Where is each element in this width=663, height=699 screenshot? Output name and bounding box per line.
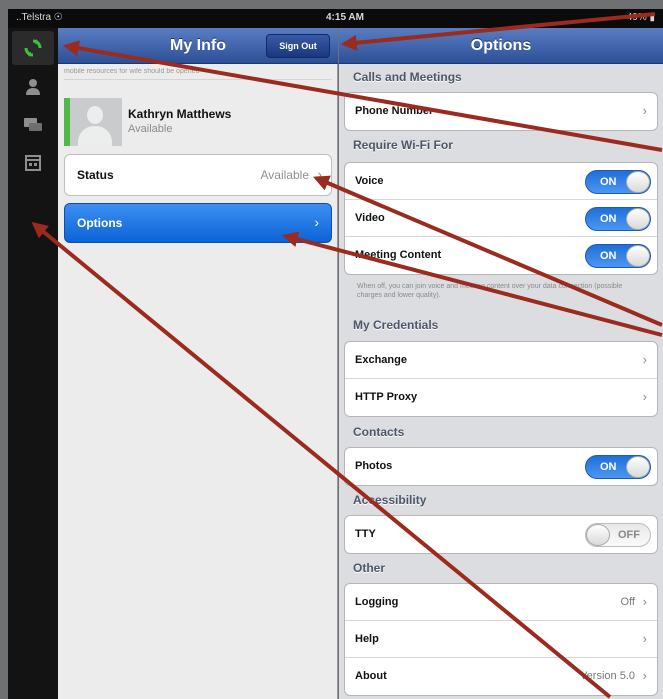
- profile-name: Kathryn Matthews: [128, 107, 232, 121]
- row-phone-number[interactable]: Phone Number ›: [345, 93, 657, 130]
- rail-button-sync[interactable]: [12, 31, 54, 65]
- row-label: Logging: [355, 596, 399, 608]
- row-value: Off: [620, 596, 635, 608]
- screenshot-frame: ..Telstra ☉ 4:15 AM 49% ▮ My Info Sign O…: [0, 0, 663, 699]
- row-label: Photos: [355, 460, 393, 472]
- toggle-knob: [626, 456, 650, 478]
- status-row[interactable]: Status Available ›: [64, 154, 332, 196]
- row-video[interactable]: Video ON: [345, 200, 657, 237]
- avatar[interactable]: [64, 98, 122, 146]
- row-about[interactable]: About Version 5.0 ›: [345, 658, 657, 695]
- status-value: Available: [260, 168, 309, 182]
- toggle-knob: [586, 524, 610, 546]
- nav-rail: [8, 28, 58, 699]
- chevron-right-icon: ›: [642, 103, 647, 118]
- toggle-state: ON: [600, 176, 617, 188]
- carrier-label: ..Telstra ☉: [16, 12, 63, 23]
- sign-out-button[interactable]: Sign Out: [266, 34, 330, 58]
- toggle-knob: [626, 171, 650, 193]
- chevron-right-icon: ›: [642, 352, 647, 367]
- meeting-content-toggle[interactable]: ON: [585, 244, 651, 268]
- row-label: About: [355, 670, 387, 682]
- group-credentials: Exchange › HTTP Proxy ›: [344, 341, 658, 417]
- chevron-right-icon: ›: [317, 166, 322, 182]
- row-help[interactable]: Help ›: [345, 621, 657, 658]
- toggle-state: ON: [600, 213, 617, 225]
- group-other: Logging Off › Help › About Version 5.0 ›: [344, 583, 658, 696]
- clock: 4:15 AM: [326, 12, 364, 23]
- section-header-other: Other: [353, 561, 386, 575]
- section-header-credentials: My Credentials: [353, 318, 439, 332]
- tty-toggle[interactable]: OFF: [585, 523, 651, 547]
- row-label: Phone Number: [355, 105, 434, 117]
- chevron-right-icon: ›: [642, 594, 647, 609]
- row-label: Video: [355, 212, 385, 224]
- options-nav-bar: Options: [339, 28, 663, 64]
- options-panel: Options Calls and Meetings Phone Number …: [339, 28, 663, 699]
- status-label: Status: [77, 168, 114, 182]
- section-header-wifi: Require Wi-Fi For: [353, 138, 453, 152]
- row-logging[interactable]: Logging Off ›: [345, 584, 657, 621]
- battery-indicator: 49% ▮: [626, 12, 655, 23]
- toggle-knob: [626, 245, 650, 267]
- options-row[interactable]: Options ›: [64, 203, 332, 243]
- row-photos[interactable]: Photos ON: [345, 448, 657, 485]
- avatar-body-shape: [78, 126, 112, 146]
- section-header-accessibility: Accessibility: [353, 493, 427, 507]
- chevron-right-icon: ›: [642, 631, 647, 646]
- group-wifi: Voice ON Video ON Meeting Content ON: [344, 162, 658, 275]
- options-label: Options: [77, 216, 123, 230]
- photos-toggle[interactable]: ON: [585, 455, 651, 479]
- group-accessibility: TTY OFF: [344, 515, 658, 554]
- toggle-state: ON: [600, 461, 617, 473]
- chat-icon: [24, 118, 42, 131]
- row-tty[interactable]: TTY OFF: [345, 516, 657, 553]
- row-voice[interactable]: Voice ON: [345, 163, 657, 200]
- toggle-state: ON: [600, 250, 617, 262]
- section-header-contacts: Contacts: [353, 425, 405, 439]
- row-label: Exchange: [355, 354, 407, 366]
- rail-button-calendar[interactable]: [12, 146, 54, 180]
- toggle-knob: [626, 208, 650, 230]
- toggle-state: OFF: [618, 529, 640, 541]
- video-toggle[interactable]: ON: [585, 207, 651, 231]
- info-banner: mobile resources for wife should be open…: [64, 68, 332, 80]
- options-title: Options: [470, 37, 532, 54]
- row-label: HTTP Proxy: [355, 391, 418, 403]
- row-meeting-content[interactable]: Meeting Content ON: [345, 237, 657, 274]
- group-calls: Phone Number ›: [344, 92, 658, 131]
- my-info-nav-bar: My Info Sign Out: [58, 28, 338, 64]
- row-label: Voice: [355, 175, 384, 187]
- sync-icon: [24, 39, 42, 57]
- row-label: Meeting Content: [355, 249, 442, 261]
- row-label: Help: [355, 633, 379, 645]
- contacts-icon: [26, 79, 40, 95]
- chevron-right-icon: ›: [642, 668, 647, 683]
- section-header-calls: Calls and Meetings: [353, 70, 462, 84]
- calendar-icon: [25, 155, 41, 171]
- avatar-head-shape: [87, 106, 103, 124]
- row-value: Version 5.0: [579, 670, 635, 682]
- profile-presence: Available: [128, 123, 173, 135]
- rail-button-contacts[interactable]: [12, 70, 54, 104]
- row-label: TTY: [355, 528, 376, 540]
- row-exchange[interactable]: Exchange ›: [345, 342, 657, 379]
- row-http-proxy[interactable]: HTTP Proxy ›: [345, 379, 657, 416]
- status-bar: ..Telstra ☉ 4:15 AM 49% ▮: [8, 9, 663, 28]
- chevron-right-icon: ›: [642, 389, 647, 404]
- group-contacts: Photos ON: [344, 447, 658, 486]
- chevron-right-icon: ›: [314, 214, 319, 230]
- rail-button-chat[interactable]: [12, 108, 54, 142]
- wifi-footnote: When off, you can join voice and meeting…: [357, 283, 623, 299]
- my-info-panel: My Info Sign Out mobile resources for wi…: [58, 28, 338, 699]
- voice-toggle[interactable]: ON: [585, 170, 651, 194]
